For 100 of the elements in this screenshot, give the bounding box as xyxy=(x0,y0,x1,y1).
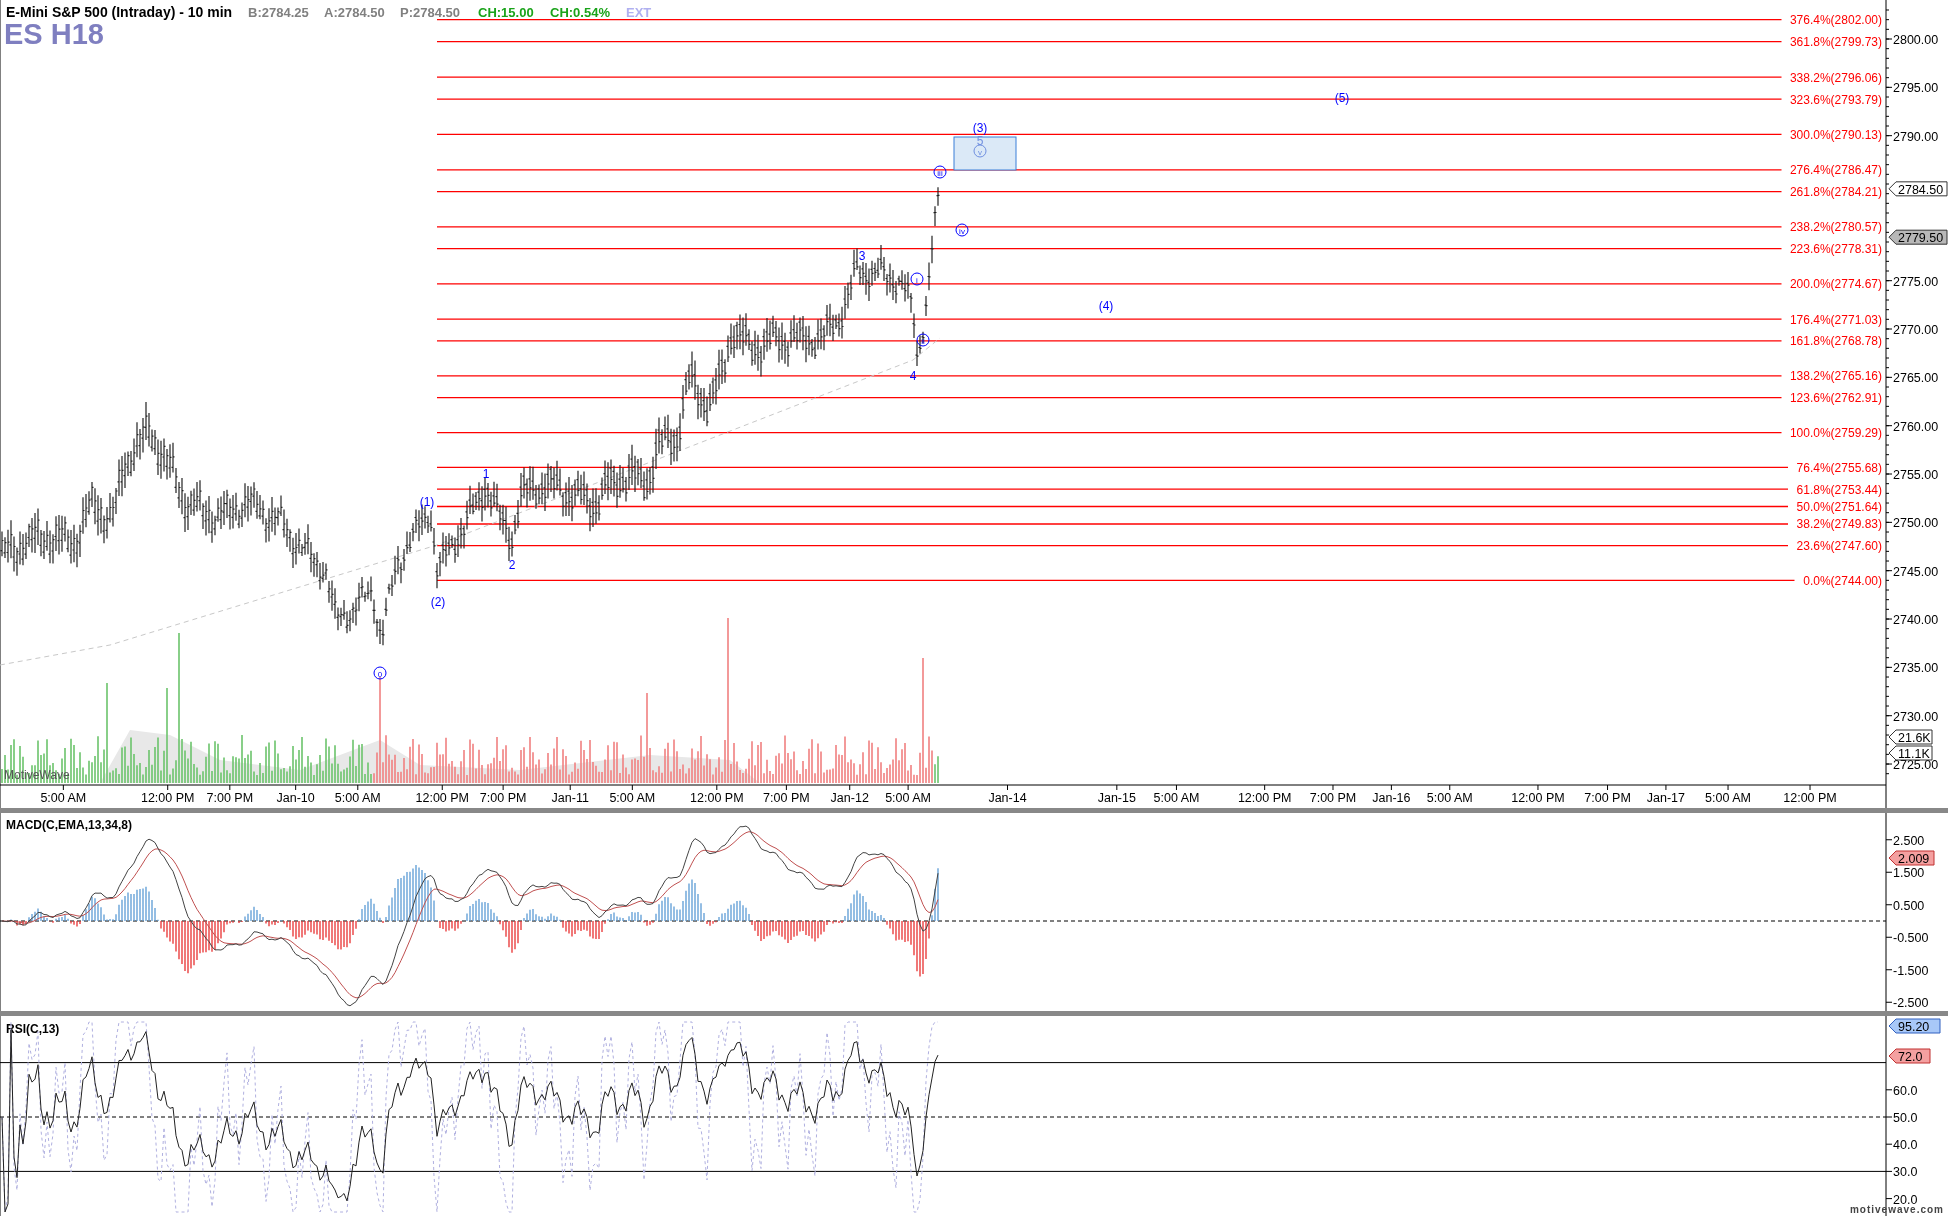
fib-label: 38.2%(2749.83) xyxy=(1796,517,1882,532)
wave-label: iv xyxy=(955,223,969,237)
time-label: 12:00 PM xyxy=(140,791,195,805)
fib-label: 261.8%(2784.21) xyxy=(1789,185,1882,200)
volume-badge: 11.1K xyxy=(1888,745,1933,761)
axis-label: 2725.00 xyxy=(1893,758,1939,773)
axis-label: 30.0 xyxy=(1893,1165,1918,1180)
axis-label: -0.500 xyxy=(1893,931,1929,946)
fib-label: 276.4%(2786.47) xyxy=(1789,163,1882,178)
axis-label: 2.500 xyxy=(1893,833,1925,848)
target-box xyxy=(953,136,1017,171)
axis-label: 2740.00 xyxy=(1893,613,1939,627)
price-badge: 2784.50 xyxy=(1888,181,1948,197)
fib-label: 176.4%(2771.03) xyxy=(1789,312,1882,327)
wave-label: (4) xyxy=(1098,299,1114,313)
axis-label: 2745.00 xyxy=(1893,564,1939,579)
axis-label: 2760.00 xyxy=(1893,419,1939,434)
fib-label: 100.0%(2759.29) xyxy=(1789,426,1882,441)
time-label: 7:00 PM xyxy=(206,791,254,805)
axis-label: 2750.00 xyxy=(1893,516,1939,531)
axis-label: 1.500 xyxy=(1893,866,1925,881)
fib-label: 323.6%(2793.79) xyxy=(1789,92,1882,107)
time-label: Jan-15 xyxy=(1097,791,1136,805)
fib-label: 376.4%(2802.00) xyxy=(1789,13,1882,28)
time-label: 12:00 PM xyxy=(415,791,469,805)
wave-label: 3 xyxy=(858,249,866,263)
rsi-badge: 95.20 xyxy=(1888,1018,1941,1034)
axis-label: 2795.00 xyxy=(1893,81,1939,96)
axis-label: 20.0 xyxy=(1893,1192,1918,1207)
quote-text: P:2784.50 xyxy=(400,5,460,20)
quote-text: EXT xyxy=(626,5,652,20)
axis-label: -1.500 xyxy=(1893,963,1929,978)
axis-label: 2765.00 xyxy=(1893,371,1939,386)
time-label: 12:00 PM xyxy=(1237,791,1292,805)
symbol-label: ES H18 xyxy=(4,18,104,50)
time-label: Jan-11 xyxy=(551,791,589,805)
fib-label: 238.2%(2780.57) xyxy=(1789,220,1882,235)
time-label: 5:00 AM xyxy=(609,791,656,805)
wave-label: i xyxy=(910,272,924,286)
wave-label: (2) xyxy=(430,595,446,609)
fib-label: 23.6%(2747.60) xyxy=(1796,539,1882,554)
time-label: 7:00 PM xyxy=(1584,791,1631,805)
time-label: 12:00 PM xyxy=(1511,791,1565,805)
volume-badge: 21.6K xyxy=(1888,729,1933,745)
time-label: 5:00 AM xyxy=(1705,791,1751,805)
axis-label: 2790.00 xyxy=(1893,129,1939,144)
axis-label: 60.0 xyxy=(1893,1083,1918,1098)
axis-label: 2730.00 xyxy=(1893,709,1939,724)
wave-label: (1) xyxy=(419,495,435,509)
fib-label: 338.2%(2796.06) xyxy=(1789,70,1882,85)
fib-label: 0.0%(2744.00) xyxy=(1803,573,1882,588)
time-label: 5:00 AM xyxy=(334,791,381,805)
fib-label: 76.4%(2755.68) xyxy=(1796,460,1882,475)
time-label: Jan-12 xyxy=(830,791,869,805)
time-label: 7:00 PM xyxy=(763,791,810,805)
time-label: Jan-16 xyxy=(1372,791,1411,805)
macd-badge: 2.009 xyxy=(1888,850,1935,866)
fib-label: 300.0%(2790.13) xyxy=(1789,127,1882,142)
axis-label: 50.0 xyxy=(1893,1111,1918,1125)
fib-label: 138.2%(2765.16) xyxy=(1789,369,1882,384)
time-label: Jan-14 xyxy=(988,791,1027,805)
time-label: 5:00 AM xyxy=(1426,791,1473,805)
price-badge: 2779.50 xyxy=(1888,229,1948,246)
axis-label: 2800.00 xyxy=(1893,33,1939,47)
quote-text: CH:15.00 xyxy=(478,5,534,20)
time-label: Jan-17 xyxy=(1646,791,1686,805)
quote-text: CH:0.54% xyxy=(550,5,610,20)
time-label: 7:00 PM xyxy=(1309,791,1357,805)
wave-label: v xyxy=(973,144,987,158)
axis-label: 0.500 xyxy=(1893,898,1925,913)
time-label: 12:00 PM xyxy=(690,791,744,805)
quote-text: A:2784.50 xyxy=(324,5,385,20)
wave-label: ii xyxy=(916,333,930,347)
chart-title: E-Mini S&P 500 (Intraday) - 10 min xyxy=(6,4,233,20)
axis-label: 2775.00 xyxy=(1893,274,1939,289)
wave-label: 1 xyxy=(482,467,490,481)
fib-label: 50.0%(2751.64) xyxy=(1796,500,1882,514)
axis-label: -2.500 xyxy=(1893,996,1929,1011)
macd-title: MACD(C,EMA,13,34,8) xyxy=(6,818,133,832)
wave-label: 0 xyxy=(373,666,387,680)
fib-label: 161.8%(2768.78) xyxy=(1789,334,1882,349)
fib-label: 223.6%(2778.31) xyxy=(1789,242,1882,257)
time-label: 7:00 PM xyxy=(479,791,527,805)
wave-label: 2 xyxy=(508,558,516,572)
time-label: 12:00 PM xyxy=(1783,791,1837,805)
time-label: Jan-10 xyxy=(276,791,315,805)
wave-label: (3) xyxy=(972,121,988,135)
fib-label: 361.8%(2799.73) xyxy=(1789,35,1882,50)
rsi-title: RSI(C,13) xyxy=(6,1022,60,1036)
fib-label: 61.8%(2753.44) xyxy=(1796,482,1882,497)
time-label: 5:00 AM xyxy=(40,791,87,805)
quote-text: B:2784.25 xyxy=(248,5,309,20)
wave-label: iii xyxy=(933,165,947,179)
fib-label: 200.0%(2774.67) xyxy=(1789,277,1882,292)
rsi-badge: 72.0 xyxy=(1888,1048,1931,1064)
time-label: 5:00 AM xyxy=(885,791,932,805)
axis-label: 2755.00 xyxy=(1893,468,1939,482)
time-label: 5:00 AM xyxy=(1153,791,1200,805)
fib-label: 123.6%(2762.91) xyxy=(1789,391,1882,406)
axis-label: 2735.00 xyxy=(1893,661,1939,676)
